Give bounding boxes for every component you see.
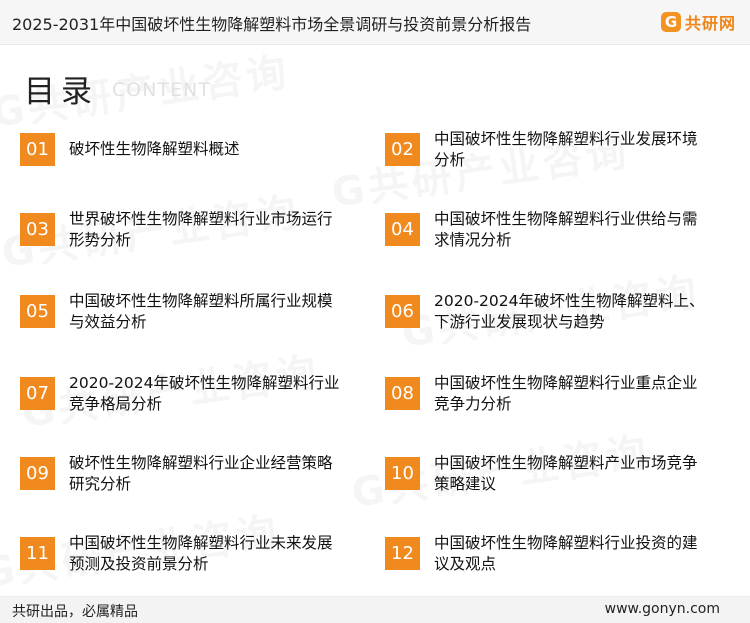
- toc-number: 08: [385, 377, 420, 410]
- toc-number: 04: [385, 213, 420, 246]
- header-bar: 2025-2031年中国破坏性生物降解塑料市场全景调研与投资前景分析报告 G 共…: [0, 0, 750, 45]
- toc-label: 中国破坏性生物降解塑料产业市场竞争策略建议: [434, 454, 698, 493]
- logo-text: 共研网: [684, 14, 736, 33]
- toc-item-07[interactable]: 07 2020-2024年破坏性生物降解塑料行业竞争格局分析: [20, 374, 344, 415]
- section-subtitle: CONTENT: [112, 79, 211, 101]
- brand-logo: G 共研网: [660, 10, 736, 34]
- toc-item-11[interactable]: 11 中国破坏性生物降解塑料行业未来发展预测及投资前景分析: [20, 534, 334, 575]
- toc-label: 2020-2024年破坏性生物降解塑料行业竞争格局分析: [69, 374, 340, 413]
- toc-label: 破坏性生物降解塑料行业企业经营策略研究分析: [69, 454, 333, 493]
- toc-item-10[interactable]: 10 中国破坏性生物降解塑料产业市场竞争策略建议: [385, 454, 699, 495]
- footer-bar: 共研出品，必属精品 www.gonyn.com: [0, 596, 750, 623]
- toc-item-04[interactable]: 04 中国破坏性生物降解塑料行业供给与需求情况分析: [385, 210, 699, 251]
- toc-item-05[interactable]: 05 中国破坏性生物降解塑料所属行业规模与效益分析: [20, 292, 334, 333]
- toc-label: 中国破坏性生物降解塑料行业投资的建议及观点: [434, 534, 698, 573]
- footer-website[interactable]: www.gonyn.com: [605, 601, 720, 617]
- footer-slogan: 共研出品，必属精品: [12, 604, 138, 620]
- toc-number: 12: [385, 537, 420, 570]
- toc-number: 11: [20, 537, 55, 570]
- toc-label: 2020-2024年破坏性生物降解塑料上、下游行业发展现状与趋势: [434, 292, 705, 331]
- toc-item-03[interactable]: 03 世界破坏性生物降解塑料行业市场运行形势分析: [20, 210, 334, 251]
- toc-label: 中国破坏性生物降解塑料行业发展环境分析: [434, 130, 698, 169]
- toc-item-01[interactable]: 01 破坏性生物降解塑料概述: [20, 133, 339, 166]
- toc-number: 02: [385, 133, 420, 166]
- toc-label: 世界破坏性生物降解塑料行业市场运行形势分析: [69, 210, 333, 249]
- toc-item-12[interactable]: 12 中国破坏性生物降解塑料行业投资的建议及观点: [385, 534, 699, 575]
- toc-item-08[interactable]: 08 中国破坏性生物降解塑料行业重点企业竞争力分析: [385, 374, 699, 415]
- toc-item-09[interactable]: 09 破坏性生物降解塑料行业企业经营策略研究分析: [20, 454, 334, 495]
- toc-number: 01: [20, 133, 55, 166]
- toc-number: 05: [20, 295, 55, 328]
- logo-g-icon: G: [660, 12, 681, 32]
- toc-item-02[interactable]: 02 中国破坏性生物降解塑料行业发展环境分析: [385, 130, 699, 171]
- toc-item-06[interactable]: 06 2020-2024年破坏性生物降解塑料上、下游行业发展现状与趋势: [385, 292, 709, 333]
- toc-label: 中国破坏性生物降解塑料行业未来发展预测及投资前景分析: [69, 534, 333, 573]
- report-title: 2025-2031年中国破坏性生物降解塑料市场全景调研与投资前景分析报告: [12, 15, 532, 34]
- toc-label: 破坏性生物降解塑料概述: [69, 140, 240, 158]
- toc-number: 03: [20, 213, 55, 246]
- toc-label: 中国破坏性生物降解塑料行业供给与需求情况分析: [434, 210, 698, 249]
- toc-number: 07: [20, 377, 55, 410]
- toc-number: 06: [385, 295, 420, 328]
- toc-label: 中国破坏性生物降解塑料所属行业规模与效益分析: [69, 292, 333, 331]
- section-title: 目录: [24, 74, 98, 110]
- toc-number: 09: [20, 457, 55, 490]
- toc-label: 中国破坏性生物降解塑料行业重点企业竞争力分析: [434, 374, 698, 413]
- toc-number: 10: [385, 457, 420, 490]
